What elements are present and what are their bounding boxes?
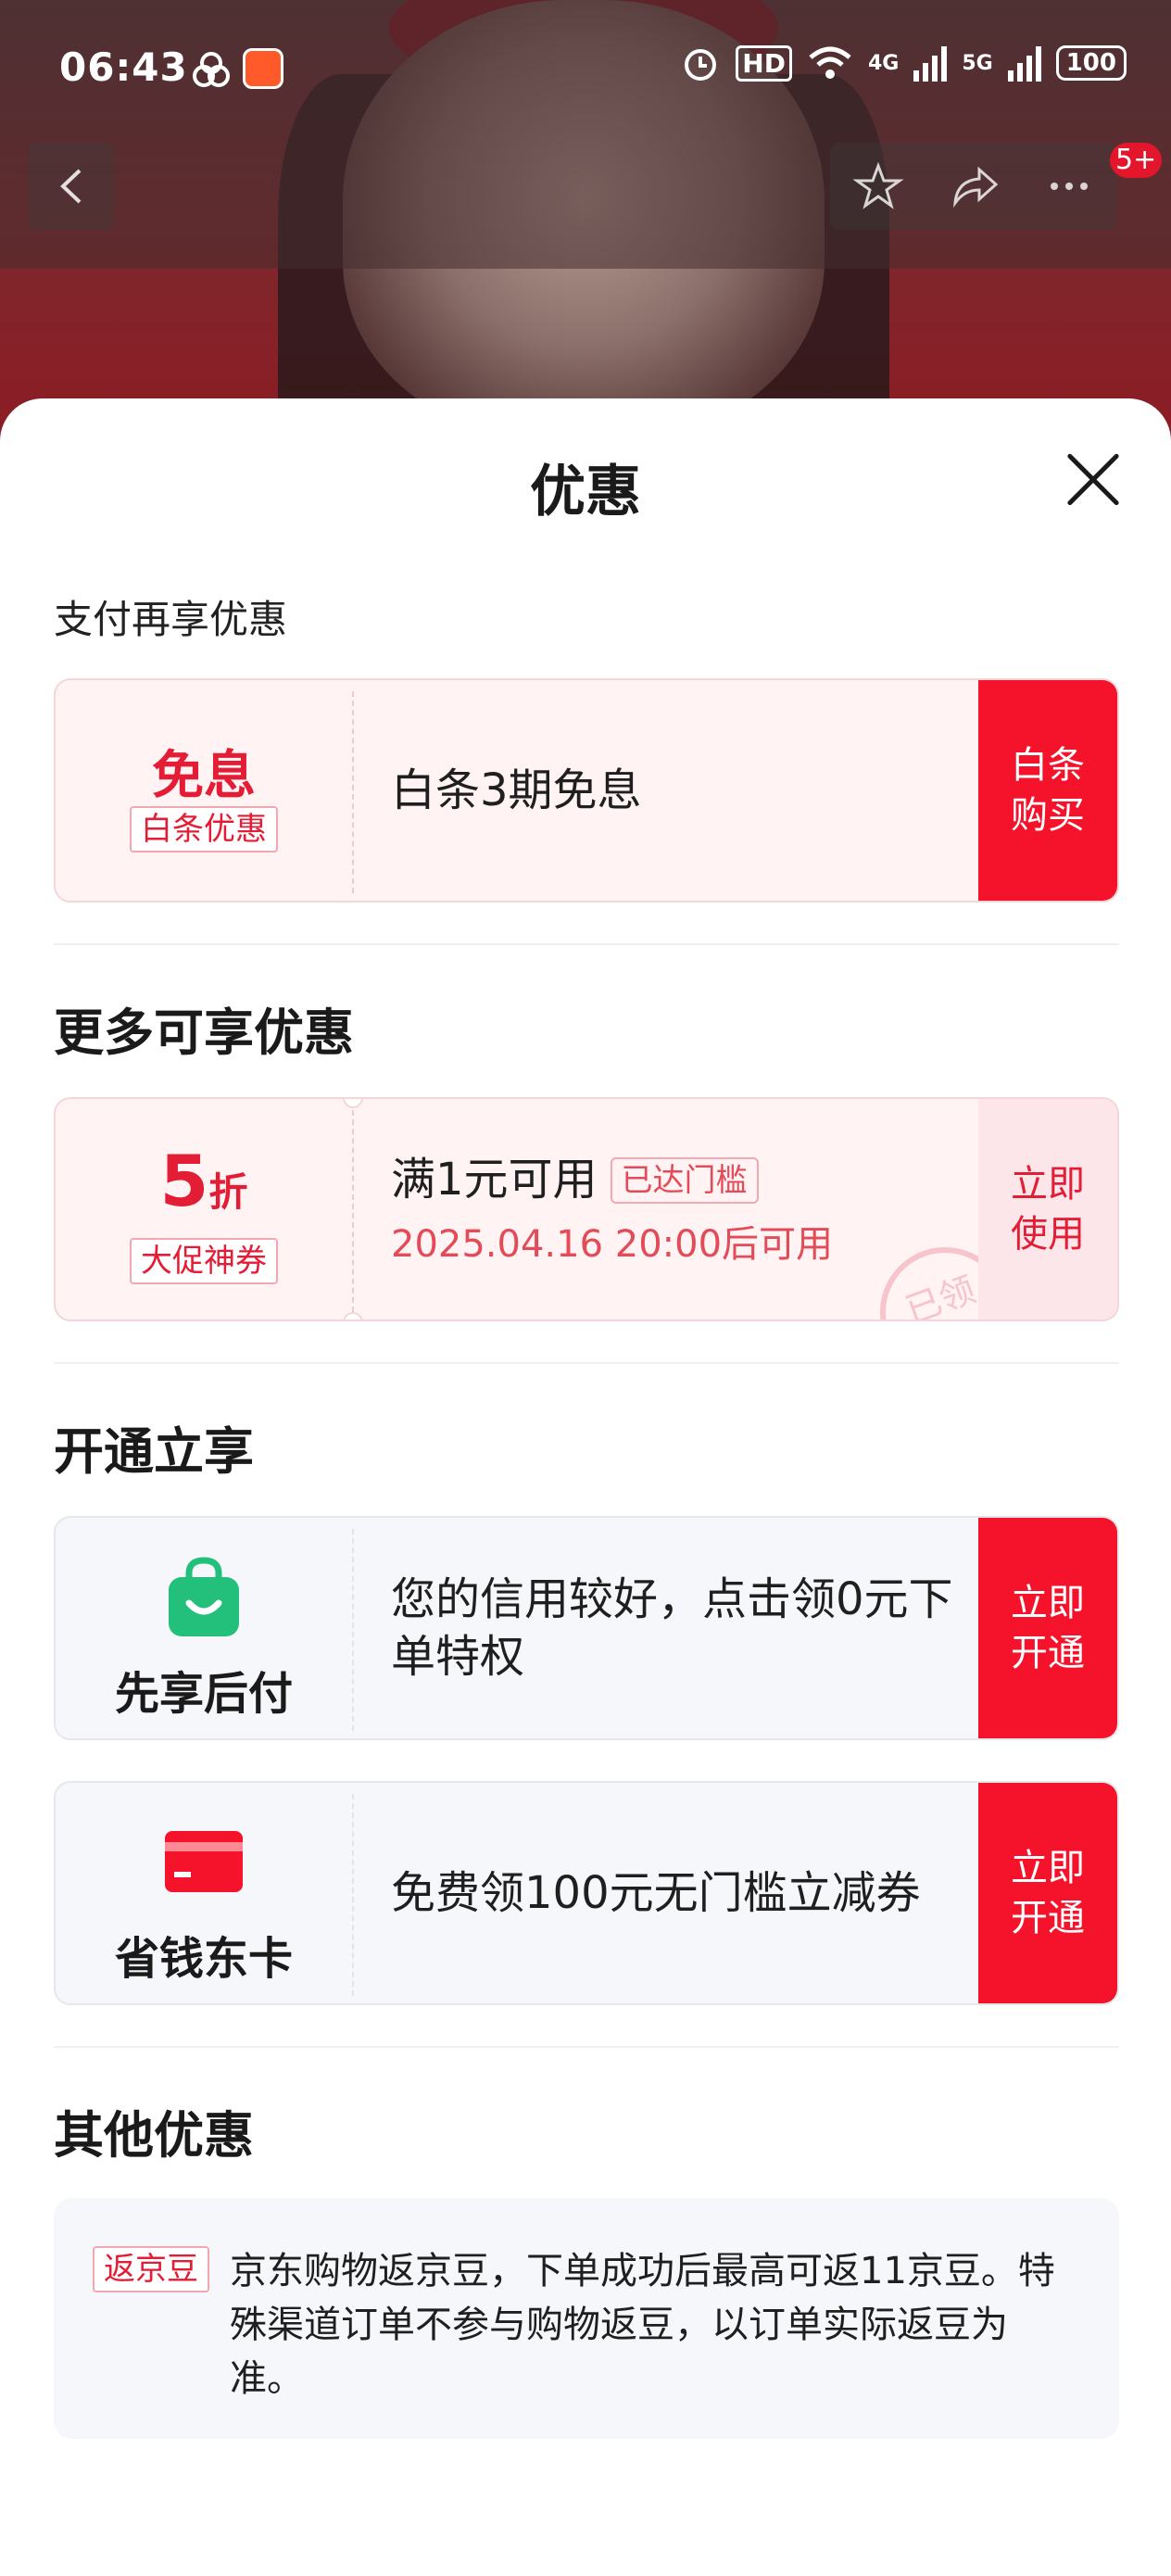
back-button[interactable] xyxy=(28,143,115,230)
pay-later-label: 先享后付 xyxy=(114,1668,293,1720)
discount-sheet: 优惠 支付再享优惠 免息 白条优惠 白条3期免息 白条 购买 更多可享优惠 5折… xyxy=(0,398,1171,2576)
button-label-line2: 购买 xyxy=(1011,794,1085,837)
section-divider xyxy=(54,943,1119,945)
more-icon[interactable] xyxy=(1043,160,1095,212)
button-label-line2: 开通 xyxy=(1011,1632,1085,1674)
baitiao-buy-button[interactable]: 白条 购买 xyxy=(978,680,1117,901)
button-label-line1: 立即 xyxy=(1011,1582,1085,1624)
card-body: 免费领100元无门槛立减券 xyxy=(391,1783,978,2003)
jingdou-rebate-box: 返京豆 京东购物返京豆，下单成功后最高可返11京豆。特殊渠道订单不参与购物返豆，… xyxy=(54,2198,1119,2439)
savings-card-card[interactable]: 省钱东卡 免费领100元无门槛立减券 立即 开通 xyxy=(54,1781,1119,2005)
coupon-validity: 2025.04.16 20:00后可用 xyxy=(391,1223,834,1266)
section-divider xyxy=(54,2046,1119,2048)
section-divider xyxy=(54,1362,1119,1364)
status-time: 06:43 xyxy=(59,44,188,90)
card-body: 您的信用较好，点击领0元下单特权 xyxy=(391,1518,978,1738)
savings-card-label: 省钱东卡 xyxy=(114,1933,293,1985)
button-label-line2: 使用 xyxy=(1011,1213,1085,1256)
button-label-line1: 立即 xyxy=(1011,1847,1085,1889)
network-4g-label: 4G xyxy=(867,51,900,75)
pay-later-description: 您的信用较好，点击领0元下单特权 xyxy=(391,1573,953,1683)
network-5g-label: 5G xyxy=(962,51,993,75)
threshold-reached-tag: 已达门槛 xyxy=(610,1157,759,1204)
use-now-button[interactable]: 立即 使用 xyxy=(978,1099,1117,1320)
discount-number: 5 xyxy=(159,1140,209,1222)
discount-unit: 折 xyxy=(208,1169,248,1215)
battery-indicator: 100 xyxy=(1055,45,1127,81)
chevron-left-icon xyxy=(60,169,82,204)
message-count-badge: 5+ xyxy=(1110,143,1163,178)
alarm-icon xyxy=(685,49,717,81)
button-label-line1: 立即 xyxy=(1011,1163,1085,1206)
coupon-interest-free: 免息 xyxy=(152,746,256,806)
coupon-left: 免息 白条优惠 xyxy=(56,680,352,901)
sheet-title: 优惠 xyxy=(530,460,641,524)
jingdou-rebate-text: 京东购物返京豆，下单成功后最高可返11京豆。特殊渠道订单不参与购物返豆，以订单实… xyxy=(230,2250,1055,2400)
section-more-heading: 更多可享优惠 xyxy=(54,1004,354,1062)
shopping-bag-icon xyxy=(169,1557,239,1636)
card-left: 省钱东卡 xyxy=(56,1783,352,2003)
wifi-icon xyxy=(809,46,851,79)
coupon-description: 白条3期免息 xyxy=(391,764,642,816)
signal-5g-icon xyxy=(1007,44,1041,82)
coupon-left: 5折 大促神券 xyxy=(56,1099,352,1320)
discount-value: 5折 xyxy=(56,1140,352,1222)
card-left: 先享后付 xyxy=(56,1518,352,1738)
button-label-line1: 白条 xyxy=(1011,744,1085,787)
status-bar: 06:43 HD 4G 5G 100 xyxy=(0,0,1171,139)
activate-pay-later-button[interactable]: 立即 开通 xyxy=(978,1518,1117,1738)
coupon-type-tag: 大促神券 xyxy=(130,1238,278,1284)
signal-4g-icon xyxy=(913,44,948,82)
coupon-body: 白条3期免息 xyxy=(391,680,978,901)
shopping-app-notification-icon xyxy=(243,48,283,89)
coupon-condition: 满1元可用 已达门槛 xyxy=(391,1151,978,1208)
button-label-line2: 开通 xyxy=(1011,1897,1085,1939)
close-icon[interactable] xyxy=(1065,452,1119,506)
star-icon[interactable] xyxy=(851,160,904,212)
share-icon[interactable] xyxy=(948,160,1000,212)
coupon-separator xyxy=(352,1110,354,1312)
section-activate-heading: 开通立享 xyxy=(54,1422,254,1481)
app-notification-icon xyxy=(193,52,230,87)
activate-savings-card-button[interactable]: 立即 开通 xyxy=(978,1783,1117,2003)
savings-card-description: 免费领100元无门槛立减券 xyxy=(391,1867,921,1919)
coupon-notch-bottom xyxy=(343,1312,363,1320)
baitiao-coupon-card[interactable]: 免息 白条优惠 白条3期免息 白条 购买 xyxy=(54,678,1119,903)
coupon-condition-text: 满1元可用 xyxy=(391,1154,598,1206)
section-other-heading: 其他优惠 xyxy=(54,2106,254,2165)
discount-coupon-card[interactable]: 5折 大促神券 满1元可用 已达门槛 2025.04.16 20:00后可用 已领… xyxy=(54,1097,1119,1321)
hd-indicator: HD xyxy=(736,44,792,82)
coupon-separator xyxy=(352,691,354,893)
credit-card-icon xyxy=(165,1831,243,1892)
pay-later-card[interactable]: 先享后付 您的信用较好，点击领0元下单特权 立即 开通 xyxy=(54,1516,1119,1740)
section-pay-heading: 支付再享优惠 xyxy=(54,597,288,642)
status-right-group: HD 4G 5G 100 xyxy=(680,43,1127,83)
card-separator xyxy=(352,1794,354,1996)
coupon-type-tag: 白条优惠 xyxy=(130,806,278,852)
nav-action-group xyxy=(830,143,1117,230)
card-separator xyxy=(352,1529,354,1731)
jingdou-rebate-tag: 返京豆 xyxy=(93,2246,209,2292)
